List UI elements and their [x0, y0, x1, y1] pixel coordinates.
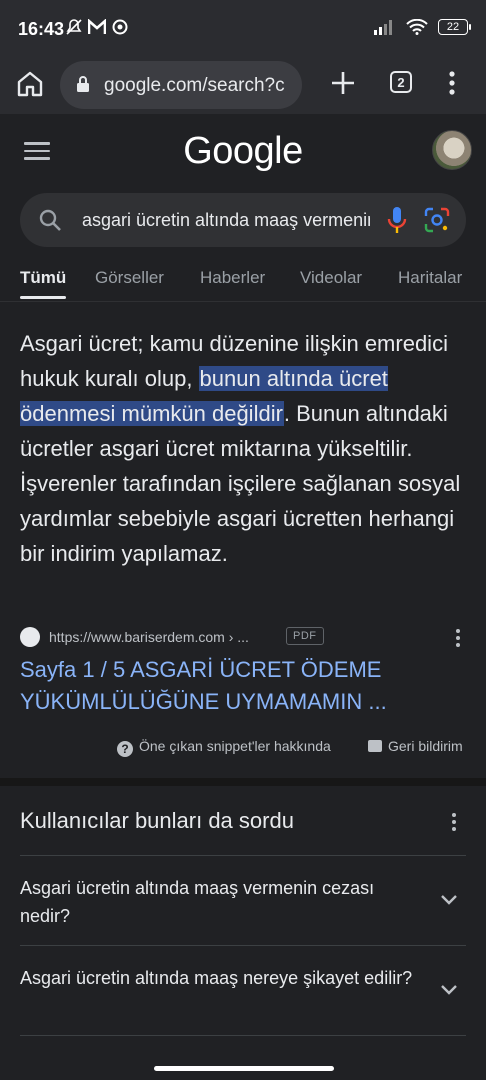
- chevron-down-icon: [441, 895, 457, 905]
- pdf-badge: PDF: [286, 627, 324, 645]
- google-logo: Google: [183, 130, 303, 172]
- gesture-navigation-bar[interactable]: [154, 1066, 334, 1071]
- search-box[interactable]: asgari ücretin altında maaş vermenin cez…: [20, 193, 466, 247]
- mute-icon: [66, 19, 82, 35]
- paa-question-text: Asgari ücretin altında maaş vermenin cez…: [20, 878, 375, 926]
- screen: 16:43 22 google.com/search?c 2 Google as…: [0, 0, 486, 1080]
- gmail-icon: [88, 19, 106, 34]
- site-favicon-icon: [20, 627, 40, 647]
- feedback-icon: [368, 740, 382, 752]
- result-url[interactable]: https://www.bariserdem.com › ...: [49, 629, 249, 645]
- google-lens-icon[interactable]: [424, 207, 450, 233]
- status-notification-icons: [66, 18, 128, 36]
- feedback-label: Geri bildirim: [388, 738, 463, 754]
- paa-question-text: Asgari ücretin altında maaş nereye şikay…: [20, 968, 413, 988]
- paa-question[interactable]: Asgari ücretin altında maaş nereye şikay…: [20, 945, 466, 1035]
- search-input[interactable]: asgari ücretin altında maaş vermenin cez…: [82, 210, 370, 231]
- people-also-ask-title: Kullanıcılar bunları da sordu: [20, 808, 294, 833]
- voice-search-icon[interactable]: [386, 206, 408, 234]
- help-icon: ?: [117, 741, 133, 757]
- about-snippets-link[interactable]: ? Öne çıkan snippet'ler hakkında: [117, 738, 331, 758]
- status-time: 16:43: [18, 19, 65, 39]
- chevron-down-icon: [441, 985, 457, 995]
- lock-icon: [77, 76, 89, 92]
- about-snippets-label: Öne çıkan snippet'ler hakkında: [139, 738, 331, 754]
- tab-switcher-button[interactable]: 2: [390, 71, 412, 93]
- browser-toolbar: google.com/search?c 2: [0, 56, 486, 114]
- paa-question[interactable]: [20, 1035, 466, 1080]
- result-title-link[interactable]: Sayfa 1 / 5 ASGARİ ÜCRET ÖDEME YÜKÜMLÜLÜ…: [20, 654, 460, 718]
- paa-question[interactable]: Asgari ücretin altında maaş vermenin cez…: [20, 855, 466, 945]
- tab-images[interactable]: Görseller: [95, 268, 164, 288]
- home-icon[interactable]: [14, 68, 46, 100]
- browser-menu-icon[interactable]: [440, 68, 464, 98]
- section-separator: [0, 778, 486, 786]
- google-header: Google: [0, 114, 486, 194]
- featured-snippet-text: Asgari ücret; kamu düzenine ilişkin emre…: [20, 326, 470, 571]
- tab-maps[interactable]: Haritalar: [398, 268, 462, 288]
- address-bar[interactable]: google.com/search?c: [60, 61, 302, 109]
- app-notification-icon: [112, 19, 128, 35]
- address-bar-url: google.com/search?c: [104, 75, 285, 96]
- account-avatar[interactable]: [432, 130, 472, 170]
- search-icon: [39, 209, 61, 231]
- battery-icon: 22: [438, 19, 471, 35]
- divider: [0, 301, 486, 302]
- status-right-icons: 22: [374, 19, 471, 35]
- tab-news[interactable]: Haberler: [200, 268, 265, 288]
- tab-videos[interactable]: Videolar: [300, 268, 362, 288]
- result-source[interactable]: https://www.bariserdem.com › ... PDF: [20, 626, 466, 648]
- wifi-icon: [406, 19, 428, 35]
- more-options-icon[interactable]: [454, 628, 462, 648]
- tab-all[interactable]: Tümü: [20, 268, 67, 299]
- new-tab-icon[interactable]: [328, 68, 358, 98]
- more-options-icon[interactable]: [450, 812, 458, 832]
- status-bar: 16:43 22: [0, 0, 486, 56]
- search-tabs: Tümü Görseller Haberler Videolar Harital…: [20, 268, 486, 302]
- signal-icon: [374, 20, 392, 35]
- feedback-link[interactable]: Geri bildirim: [368, 738, 463, 754]
